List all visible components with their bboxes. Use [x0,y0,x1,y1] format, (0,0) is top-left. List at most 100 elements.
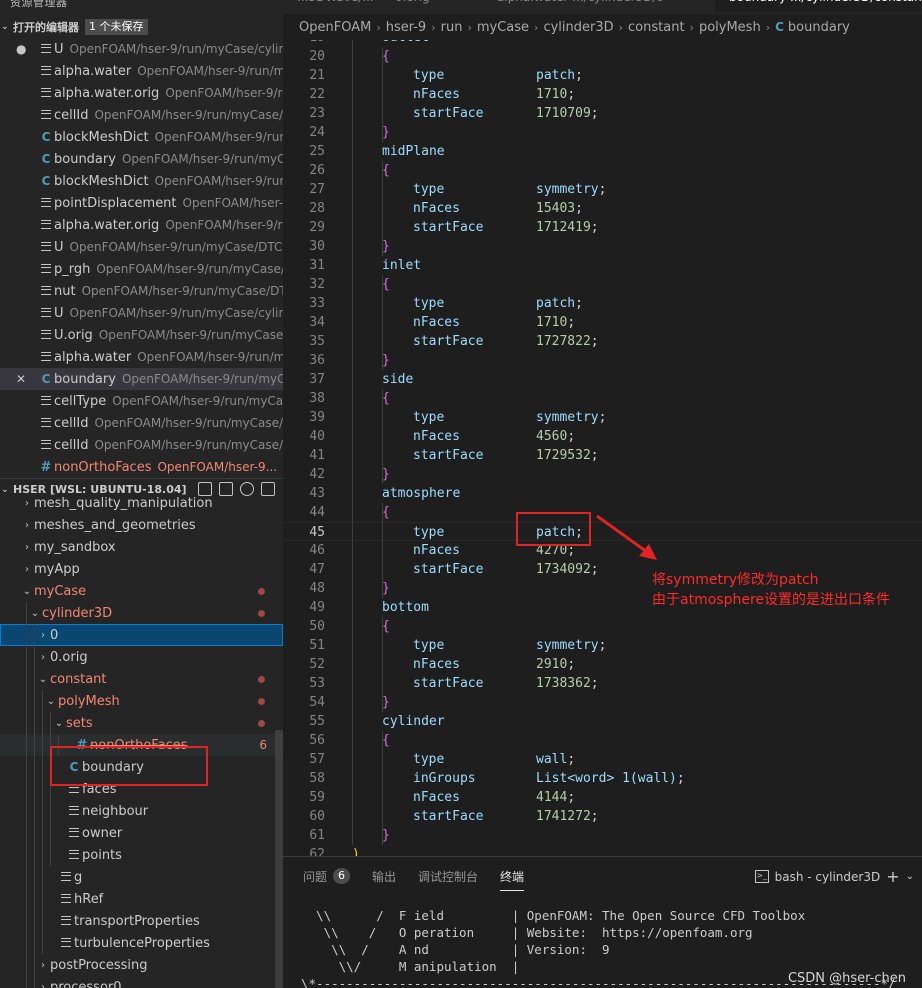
code-line[interactable]: 60 startFace 1741272; [283,807,922,826]
code-line[interactable]: 59 nFaces 4144; [283,788,922,807]
tree-item[interactable]: ⌄ sets [0,712,283,734]
breadcrumb-item[interactable]: myCase [477,20,529,35]
breadcrumb-item[interactable]: boundary [788,20,850,35]
editor-tab[interactable]: alpha.water .../cylinder3D/0 [483,0,713,12]
code-line[interactable]: 33 type patch; [283,294,922,313]
tree-item[interactable]: owner [0,822,283,844]
open-editor-item[interactable]: ● U OpenFOAM/hser-9/run/myCase/cylind... [0,38,283,60]
code-line[interactable]: 55 cylinder [283,712,922,731]
code-line[interactable]: 23 startFace 1710709; [283,104,922,123]
unsaved-dot-icon[interactable]: ● [0,42,38,56]
open-editor-item[interactable]: ✕Cboundary OpenFOAM/hser-9/run/myCas... [0,368,283,390]
breadcrumb-item[interactable]: polyMesh [699,20,761,35]
open-editors-header[interactable]: ⌄ 打开的编辑器 1 个未保存 [0,16,283,38]
panel-tab[interactable]: 调试控制台 [418,867,478,885]
tree-item[interactable]: ⌄ myCase [0,580,283,602]
chevron-down-icon[interactable]: ⌄ [44,696,58,707]
chevron-right-icon[interactable]: › [36,652,50,663]
code-line[interactable]: 32 { [283,275,922,294]
code-line[interactable]: 40 nFaces 4560; [283,427,922,446]
code-line[interactable]: 41 startFace 1729532; [283,446,922,465]
code-line[interactable]: 26 { [283,161,922,180]
code-line[interactable]: 39 type symmetry; [283,408,922,427]
breadcrumb-item[interactable]: run [441,20,463,35]
code-line[interactable]: 35 startFace 1727822; [283,332,922,351]
code-line[interactable]: 61} [283,826,922,845]
editor-tab[interactable]: boundary .../cylinder3D/constant/... [715,0,922,12]
tree-item[interactable]: turbulenceProperties [0,932,283,954]
chevron-down-icon[interactable]: ⌄ [906,871,914,882]
code-line[interactable]: 29 startFace 1712419; [283,218,922,237]
chevron-right-icon[interactable]: › [20,564,34,575]
tree-item[interactable]: transportProperties [0,910,283,932]
breadcrumb-item[interactable]: constant [628,20,685,35]
open-editor-item[interactable]: alpha.water.orig OpenFOAM/hser-9/run... [0,214,283,236]
tree-item[interactable]: ⌄ cylinder3D [0,602,283,624]
code-line[interactable]: 36} [283,351,922,370]
chevron-down-icon[interactable]: ⌄ [36,674,50,685]
open-editor-item[interactable]: alpha.water.orig OpenFOAM/hser-9/run/... [0,82,283,104]
close-icon[interactable]: ✕ [0,372,38,386]
code-line[interactable]: 62) [283,845,922,856]
code-line[interactable]: 57 type wall; [283,750,922,769]
editor-tab[interactable]: ...3DWave/... [283,0,379,12]
tree-item[interactable]: › mesh_quality_manipulation [0,492,283,514]
code-line[interactable]: 28 nFaces 15403; [283,199,922,218]
panel-tab[interactable]: 问题 6 [303,867,351,885]
open-editor-item[interactable]: cellId OpenFOAM/hser-9/run/myCase/cyl... [0,104,283,126]
open-editor-item[interactable]: cellId OpenFOAM/hser-9/run/myCase/cyl... [0,412,283,434]
code-line[interactable]: 37 side [283,370,922,389]
open-editor-item[interactable]: #nonOrthoFacesOpenFOAM/hser-9...6 [0,456,283,478]
chevron-down-icon[interactable]: ⌄ [52,718,66,729]
code-line[interactable]: 20 { [283,47,922,66]
code-view[interactable]: 19outlet20{21typepatch;22nFaces1710;23st… [283,28,922,856]
code-line[interactable]: 31 inlet [283,256,922,275]
chevron-down-icon[interactable]: ⌄ [20,586,34,597]
tree-item[interactable]: › myApp [0,558,283,580]
breadcrumb-item[interactable]: OpenFOAM [299,20,371,35]
tree-item[interactable]: › processor0 [0,976,283,988]
open-editor-item[interactable]: U.orig OpenFOAM/hser-9/run/myCase/c... [0,324,283,346]
chevron-down-icon[interactable]: ⌄ [28,608,42,619]
code-line[interactable]: 25 midPlane [283,142,922,161]
code-line[interactable]: 42} [283,465,922,484]
panel-tab[interactable]: 终端 [500,867,525,891]
code-line[interactable]: 38 { [283,389,922,408]
open-editor-item[interactable]: Cboundary OpenFOAM/hser-9/run/myCas... [0,148,283,170]
editor-tab[interactable]: 0.orig [381,0,481,12]
open-editor-item[interactable]: CblockMeshDict OpenFOAM/hser-9/run/... [0,170,283,192]
chevron-right-icon[interactable]: › [20,520,34,531]
code-line[interactable]: 50 { [283,617,922,636]
breadcrumb-item[interactable]: cylinder3D [543,20,613,35]
sidebar-scrollbar[interactable] [275,730,283,988]
code-line[interactable]: 21 type patch; [283,66,922,85]
code-line[interactable]: 27 type symmetry; [283,180,922,199]
tree-item[interactable]: › meshes_and_geometries [0,514,283,536]
open-editor-item[interactable]: U OpenFOAM/hser-9/run/myCase/DTCHu... [0,236,283,258]
tree-item[interactable]: › 0 [0,624,283,646]
chevron-right-icon[interactable]: › [36,960,50,971]
open-editor-item[interactable]: cellType OpenFOAM/hser-9/run/myCase... [0,390,283,412]
tree-item[interactable]: › postProcessing [0,954,283,976]
code-line[interactable]: 52 nFaces 2910; [283,655,922,674]
code-line[interactable]: 51 type symmetry; [283,636,922,655]
tree-item[interactable]: hRef [0,888,283,910]
code-line[interactable]: 24} [283,123,922,142]
chevron-right-icon[interactable]: › [20,542,34,553]
open-editor-item[interactable]: cellId OpenFOAM/hser-9/run/myCase/cyl... [0,434,283,456]
open-editor-item[interactable]: alpha.water OpenFOAM/hser-9/run/myC... [0,346,283,368]
code-line[interactable]: 54} [283,693,922,712]
chevron-right-icon[interactable]: › [36,982,50,988]
code-line[interactable]: 56 { [283,731,922,750]
chevron-right-icon[interactable]: › [20,498,34,509]
code-line[interactable]: 30} [283,237,922,256]
code-line[interactable]: 43 atmosphere [283,484,922,503]
terminal-name[interactable]: bash - cylinder3D [775,870,881,884]
tree-item[interactable]: ⌄ constant [0,668,283,690]
open-editor-item[interactable]: p_rgh OpenFOAM/hser-9/run/myCase/D... [0,258,283,280]
open-editor-item[interactable]: CblockMeshDict OpenFOAM/hser-9/run/... [0,126,283,148]
panel-tab[interactable]: 输出 [372,867,396,885]
tree-item[interactable]: neighbour [0,800,283,822]
chevron-right-icon[interactable]: › [36,630,50,641]
open-editor-item[interactable]: U OpenFOAM/hser-9/run/myCase/cylind... [0,302,283,324]
